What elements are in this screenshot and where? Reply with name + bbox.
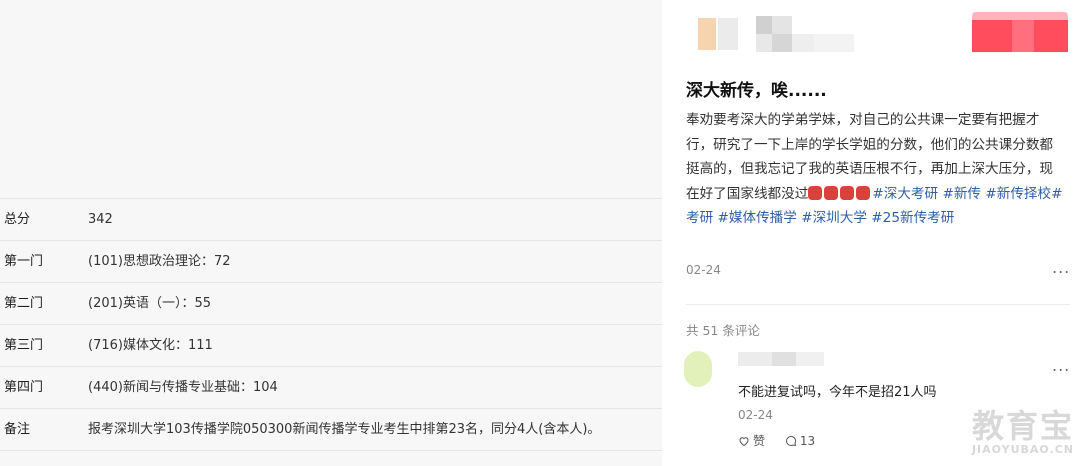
row-label: 总分 <box>4 212 31 227</box>
row-label: 第二门 <box>4 296 44 311</box>
comment-more-icon[interactable]: ... <box>1052 356 1070 375</box>
post-title: 深大新传，唉...... <box>686 81 827 101</box>
post-panel: 深大新传，唉...... 奉劝要考深大的学弟学妹，对自己的公共课一定要有把握才行… <box>662 0 1080 466</box>
blur-block <box>756 34 772 52</box>
table-row: 第二门 (201)英语（一）：55 <box>0 282 662 324</box>
blur-block <box>1034 20 1068 52</box>
row-value: (440)新闻与传播专业基础：104 <box>88 380 278 395</box>
row-label: 第一门 <box>4 254 44 269</box>
row-value: (716)媒体文化：111 <box>88 338 213 353</box>
blur-block <box>972 20 1012 52</box>
divider <box>686 304 1070 305</box>
like-button[interactable]: 赞 <box>738 432 765 449</box>
table-row: 第四门 (440)新闻与传播专业基础：104 <box>0 366 662 408</box>
table-row: 第一门 (101)思想政治理论：72 <box>0 240 662 282</box>
table-row: 第三门 (716)媒体文化：111 <box>0 324 662 366</box>
comment-icon <box>785 435 797 446</box>
hashtag-link[interactable]: #深圳大学 <box>801 210 867 226</box>
emoji-icon <box>840 185 855 200</box>
row-value: (201)英语（一）：55 <box>88 296 211 311</box>
more-options-icon[interactable]: ... <box>1052 258 1070 277</box>
blur-block <box>792 34 814 52</box>
reply-count: 13 <box>799 433 816 448</box>
blur-block <box>718 18 738 50</box>
row-value: (101)思想政治理论：72 <box>88 254 231 269</box>
blur-block <box>756 16 772 34</box>
blur-block <box>814 34 854 52</box>
hashtag-link[interactable]: #深大考研 <box>872 186 938 202</box>
hashtag-link[interactable]: #25新传考研 <box>871 210 954 226</box>
hashtag-link[interactable]: #媒体传播学 <box>718 210 797 226</box>
row-label: 备注 <box>4 422 31 437</box>
reply-button[interactable]: 13 <box>785 434 815 448</box>
blur-block <box>972 12 1068 20</box>
row-value: 报考深圳大学103传播学院050300新闻传播学专业考生中排第23名，同分4人(… <box>88 422 601 437</box>
score-panel: 总分 342 第一门 (101)思想政治理论：72 第二门 (201)英语（一）… <box>0 0 662 466</box>
blur-block <box>772 16 792 34</box>
blur-block <box>796 352 824 366</box>
watermark-domain: JIAOYUBAO.CN <box>971 443 1074 456</box>
score-table: 总分 342 第一门 (101)思想政治理论：72 第二门 (201)英语（一）… <box>0 198 662 451</box>
emoji-icon <box>824 185 839 200</box>
emoji-icon <box>808 185 823 200</box>
comment-text: 不能进复试吗，今年不是招21人吗 <box>738 385 937 400</box>
row-label: 第三门 <box>4 338 44 353</box>
table-row: 备注 报考深圳大学103传播学院050300新闻传播学专业考生中排第23名，同分… <box>0 408 662 451</box>
table-row: 总分 342 <box>0 198 662 240</box>
watermark-logo: 教育宝 JIAOYUBAO.CN <box>972 409 1074 456</box>
comment-count: 共 51 条评论 <box>686 323 760 338</box>
heart-icon <box>739 436 749 446</box>
like-label: 赞 <box>753 434 766 448</box>
blur-block <box>698 18 716 50</box>
comment-actions: 赞 13 <box>738 432 831 450</box>
watermark-text: 教育宝 <box>971 407 1074 445</box>
hashtag-link[interactable]: #新传择校 <box>985 186 1051 202</box>
blur-block <box>772 352 796 366</box>
post-date: 02-24 <box>686 263 721 277</box>
row-value: 342 <box>88 212 113 227</box>
commenter-avatar[interactable] <box>684 351 712 387</box>
hashtag-link[interactable]: #新传 <box>942 186 981 202</box>
blur-block <box>772 34 792 52</box>
comment-date: 02-24 <box>738 408 773 422</box>
blur-block <box>1012 20 1034 52</box>
post-body: 奉劝要考深大的学弟学妹，对自己的公共课一定要有把握才行，研究了一下上岸的学长学姐… <box>686 108 1066 231</box>
row-label: 第四门 <box>4 380 44 395</box>
emoji-icon <box>856 185 871 200</box>
blur-block <box>738 352 772 366</box>
